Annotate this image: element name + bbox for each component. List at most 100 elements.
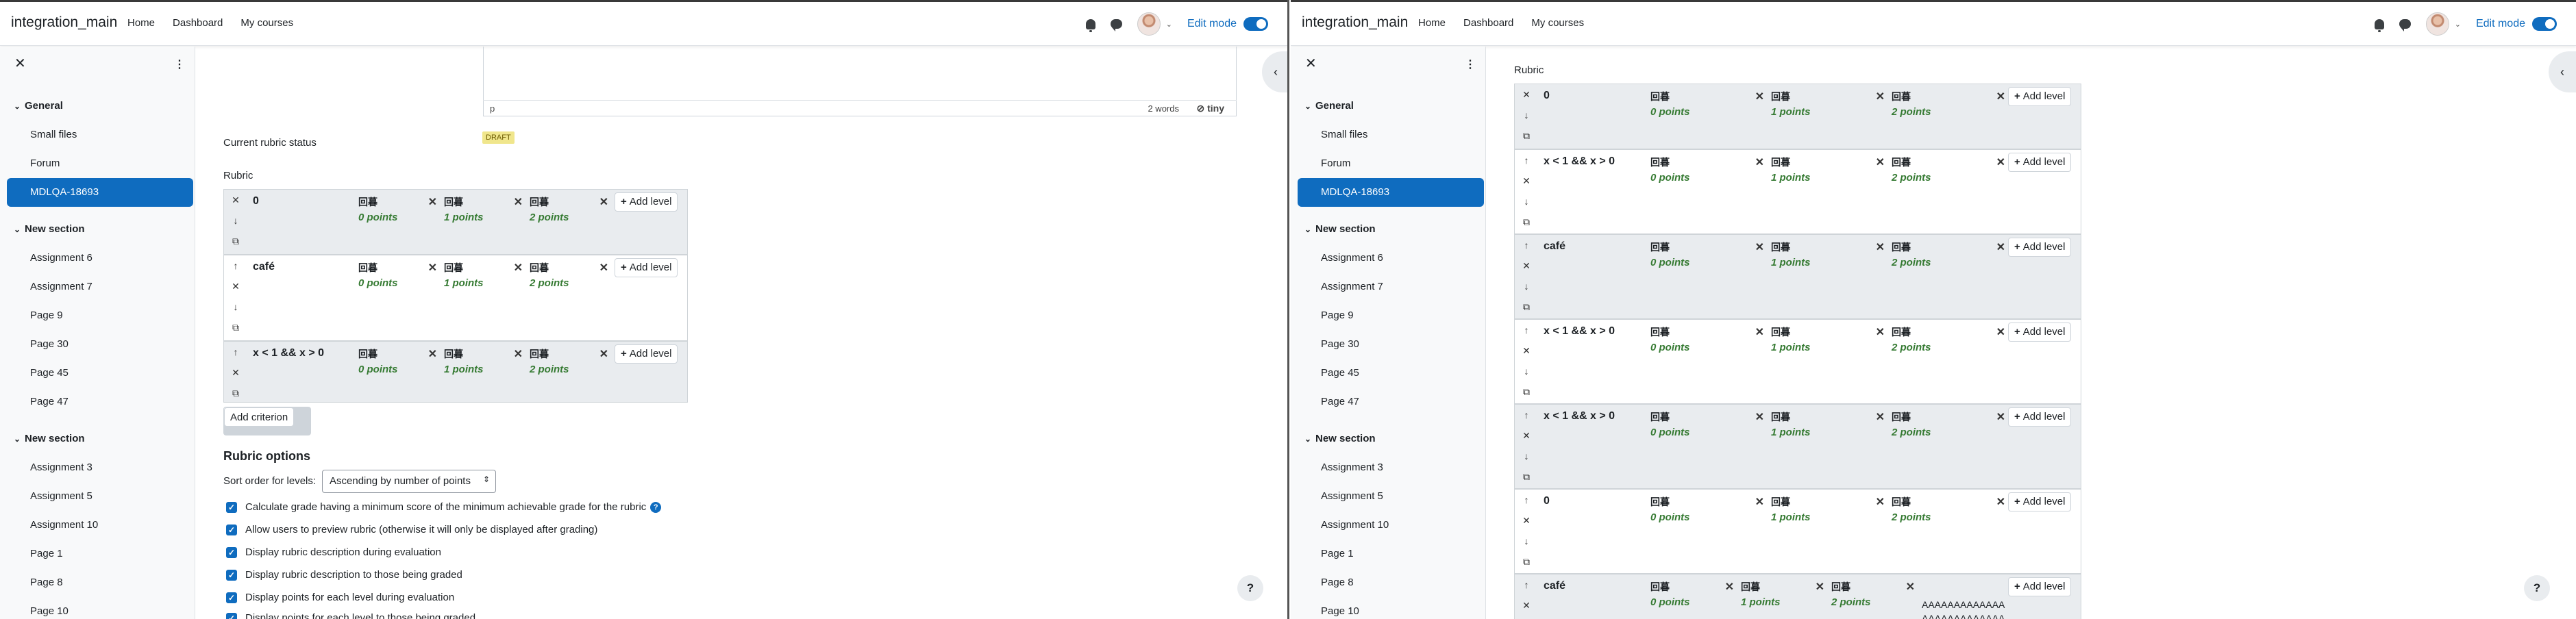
checkbox-checked[interactable]: ✓ xyxy=(226,569,237,581)
index-item-page-1[interactable]: Page 1 xyxy=(1298,540,1484,568)
delete-level-icon[interactable]: ✕ xyxy=(1906,580,1915,594)
rubric-level[interactable]: 回暮 1 points ✕ xyxy=(1771,407,1889,469)
level-points[interactable]: 2 points xyxy=(530,212,569,223)
level-definition[interactable]: 回暮 xyxy=(444,195,463,209)
editor-path[interactable]: p xyxy=(490,103,495,114)
option-display-points-graded[interactable]: ✓ Display points for each level to those … xyxy=(226,612,475,619)
level-definition[interactable]: 回暮 xyxy=(1771,90,1790,103)
section-new-2[interactable]: ⌄ New section xyxy=(1298,425,1484,453)
edit-mode-control[interactable]: Edit mode xyxy=(1187,17,1268,31)
move-down-icon[interactable]: ↓ xyxy=(1519,446,1534,466)
rubric-level[interactable]: 回暮 2 points ✕ xyxy=(530,344,612,406)
delete-criterion-icon[interactable]: ✕ xyxy=(1519,595,1534,616)
duplicate-icon[interactable]: ⧉ xyxy=(1519,381,1534,402)
level-definition[interactable]: 回暮 xyxy=(1650,580,1670,594)
index-item-assignment-5[interactable]: Assignment 5 xyxy=(7,482,193,511)
delete-level-icon[interactable]: ✕ xyxy=(1755,495,1764,509)
duplicate-icon[interactable]: ⧉ xyxy=(1519,125,1534,146)
drawer-toggle-tab[interactable]: ‹ xyxy=(1262,51,1287,92)
rubric-level[interactable]: 回暮 2 points ✕ xyxy=(1892,153,2009,214)
add-level-button[interactable]: + Add level xyxy=(2008,323,2072,342)
level-points[interactable]: 0 points xyxy=(358,277,398,289)
criterion-description[interactable]: x < 1 && x > 0 xyxy=(1544,410,1615,422)
index-item-page-30[interactable]: Page 30 xyxy=(7,330,193,359)
add-level-button[interactable]: + Add level xyxy=(2008,577,2072,596)
rubric-level[interactable]: 回暮 0 points ✕ xyxy=(1650,407,1768,469)
rubric-level[interactable]: 回暮 2 points ✕ xyxy=(1831,577,1919,619)
level-points[interactable]: 1 points xyxy=(1771,106,1811,118)
level-definition[interactable]: 回暮 xyxy=(1771,410,1790,424)
edit-mode-toggle[interactable] xyxy=(2532,17,2557,31)
level-points[interactable]: 0 points xyxy=(358,364,398,375)
chevron-down-icon[interactable]: ⌄ xyxy=(14,215,25,244)
sort-order-select[interactable]: Ascending by number of points ⇕ xyxy=(322,470,496,493)
level-points[interactable]: 1 points xyxy=(1771,172,1811,184)
level-definition[interactable]: 回暮 xyxy=(358,347,377,361)
index-item-mdlqa-18693[interactable]: MDLQA-18693 xyxy=(1298,178,1484,207)
level-points[interactable]: 1 points xyxy=(444,364,484,375)
delete-level-icon[interactable]: ✕ xyxy=(1755,90,1764,103)
rubric-level[interactable]: 回暮 0 points ✕ xyxy=(1650,238,1768,299)
level-definition[interactable]: 回暮 xyxy=(1771,325,1790,339)
level-points[interactable]: 2 points xyxy=(1892,106,1931,118)
index-item-page-10[interactable]: Page 10 xyxy=(7,597,193,619)
delete-criterion-icon[interactable]: ✕ xyxy=(228,276,243,296)
rubric-level[interactable]: 回暮 0 points ✕ xyxy=(358,192,441,254)
rubric-level[interactable]: 回暮 0 points ✕ xyxy=(358,344,441,406)
level-points[interactable]: 1 points xyxy=(1771,427,1811,438)
chevron-down-icon[interactable]: ⌄ xyxy=(14,425,25,453)
delete-level-icon[interactable]: ✕ xyxy=(1725,580,1734,594)
rubric-level[interactable]: 回暮 2 points ✕ xyxy=(530,192,612,254)
delete-level-icon[interactable]: ✕ xyxy=(428,261,437,275)
level-points[interactable]: 1 points xyxy=(1771,342,1811,353)
rubric-level[interactable]: 回暮 1 points ✕ xyxy=(1771,87,1889,149)
index-item-assignment-10[interactable]: Assignment 10 xyxy=(1298,511,1484,540)
duplicate-icon[interactable]: ⧉ xyxy=(1519,551,1534,572)
index-item-page-9[interactable]: Page 9 xyxy=(1298,301,1484,330)
move-up-icon[interactable]: ↑ xyxy=(228,255,243,276)
level-points[interactable]: 0 points xyxy=(1650,106,1690,118)
level-definition[interactable]: 回暮 xyxy=(1650,325,1670,339)
level-definition[interactable]: 回暮 xyxy=(1650,410,1670,424)
rubric-level[interactable]: 回暮 0 points ✕ xyxy=(1650,492,1768,554)
index-item-page-30[interactable]: Page 30 xyxy=(1298,330,1484,359)
kebab-menu-icon[interactable]: ⋮ xyxy=(174,58,185,71)
level-definition[interactable]: 回暮 xyxy=(444,347,463,361)
criterion-description[interactable]: x < 1 && x > 0 xyxy=(1544,325,1615,338)
bell-icon[interactable] xyxy=(2374,18,2384,32)
edit-mode-toggle[interactable] xyxy=(1243,17,1268,31)
help-button[interactable]: ? xyxy=(1237,575,1263,601)
nav-dashboard[interactable]: Dashboard xyxy=(173,17,223,29)
add-criterion-button[interactable]: +Add criterion xyxy=(223,407,311,435)
level-points[interactable]: 2 points xyxy=(530,364,569,375)
delete-level-icon[interactable]: ✕ xyxy=(1876,240,1885,254)
rubric-level[interactable]: 回暮 1 points ✕ xyxy=(1771,323,1889,384)
criterion-description[interactable]: café xyxy=(1544,240,1565,253)
add-level-button[interactable]: + Add level xyxy=(2008,492,2072,511)
checkbox-checked[interactable]: ✓ xyxy=(226,592,237,603)
delete-level-icon[interactable]: ✕ xyxy=(1755,325,1764,339)
chevron-down-icon[interactable]: ⌄ xyxy=(1304,425,1315,453)
level-definition[interactable]: 回暮 xyxy=(1650,155,1670,169)
criterion-description[interactable]: 0 xyxy=(1544,90,1550,102)
delete-level-icon[interactable]: ✕ xyxy=(599,261,608,275)
level-points[interactable]: 0 points xyxy=(1650,172,1690,184)
level-definition[interactable]: 回暮 xyxy=(1892,325,1911,339)
section-new-1[interactable]: ⌄ New section xyxy=(7,215,193,244)
rubric-level[interactable]: 回暮 0 points ✕ xyxy=(1650,87,1768,149)
index-item-mdlqa-18693[interactable]: MDLQA-18693 xyxy=(7,178,193,207)
rubric-level[interactable]: 回暮 1 points ✕ xyxy=(444,344,527,406)
option-display-desc-graded[interactable]: ✓ Display rubric description to those bei… xyxy=(226,569,462,581)
level-definition[interactable]: 回暮 xyxy=(1650,90,1670,103)
duplicate-icon[interactable]: ⧉ xyxy=(228,383,243,403)
rubric-level[interactable]: 回暮 0 points ✕ xyxy=(358,258,441,320)
rubric-level[interactable]: 回暮 1 points ✕ xyxy=(1771,153,1889,214)
avatar[interactable] xyxy=(1137,12,1161,36)
index-item-page-8[interactable]: Page 8 xyxy=(1298,568,1484,597)
level-points[interactable]: 2 points xyxy=(530,277,569,289)
criterion-description[interactable]: café xyxy=(1544,580,1565,592)
rubric-level[interactable]: 回暮 1 points ✕ xyxy=(444,192,527,254)
add-level-button[interactable]: + Add level xyxy=(2008,238,2072,257)
delete-level-icon[interactable]: ✕ xyxy=(1876,495,1885,509)
section-new-2[interactable]: ⌄ New section xyxy=(7,425,193,453)
